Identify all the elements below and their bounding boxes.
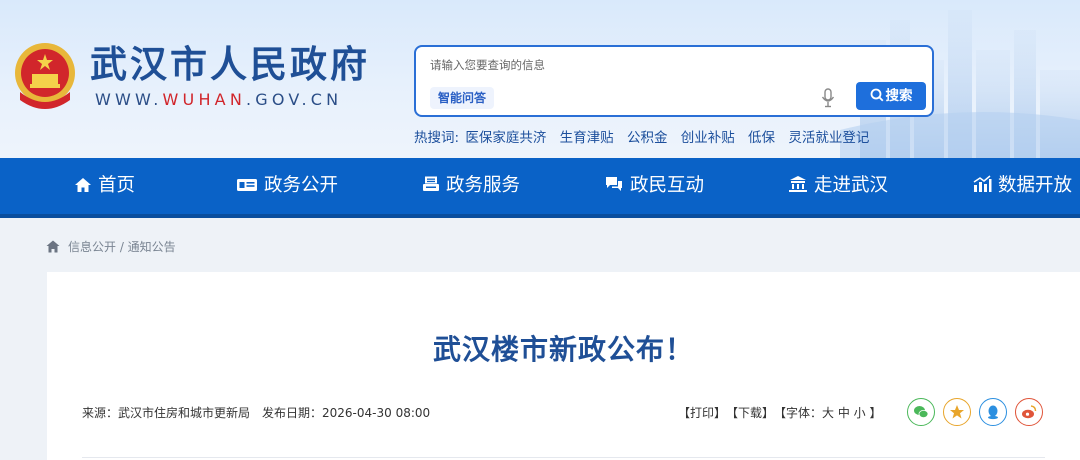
- font-size-control[interactable]: 【字体：大 中 小 】: [780, 406, 881, 420]
- favorite-icon: [950, 405, 964, 419]
- printer-icon: [423, 176, 439, 191]
- share-wechat-button[interactable]: [907, 398, 935, 426]
- nav-item-home[interactable]: 首页: [74, 158, 135, 214]
- article-date: 发布日期：2026-04-30 08:00: [262, 406, 431, 420]
- nav-label: 政民互动: [630, 175, 705, 196]
- breadcrumb-path[interactable]: 信息公开 / 通知公告: [68, 240, 176, 254]
- home-icon[interactable]: [46, 240, 60, 253]
- id-card-icon: [237, 179, 257, 191]
- download-button[interactable]: 【下载】: [732, 406, 774, 420]
- nav-label: 政务公开: [264, 175, 339, 196]
- hot-search-label: 热搜词:: [414, 130, 460, 146]
- ai-qa-button[interactable]: 智能问答: [430, 87, 495, 109]
- nav-label: 首页: [98, 175, 136, 196]
- nav-label: 政务服务: [446, 175, 521, 196]
- main-nav: 首页 政务公开 政务服务 政民互动 走进武汉 数据开放: [0, 158, 1080, 218]
- nav-label: 走进武汉: [814, 175, 889, 196]
- hot-search-terms: 热搜词: 医保家庭共济 生育津贴 公积金 创业补贴 低保 灵活就业登记: [414, 126, 878, 146]
- article-meta: 来源：武汉市住房和城市更新局 发布日期：2026-04-30 08:00: [82, 404, 430, 421]
- nav-item-government-affairs[interactable]: 政务公开: [236, 158, 338, 214]
- wechat-icon: [914, 406, 929, 418]
- microphone-icon[interactable]: [820, 87, 836, 109]
- print-button[interactable]: 【打印】: [678, 406, 726, 420]
- share-qq-button[interactable]: [979, 398, 1007, 426]
- nav-label: 数据开放: [998, 175, 1073, 196]
- nav-item-government-services[interactable]: 政务服务: [422, 158, 520, 214]
- hot-term[interactable]: 生育津贴: [560, 130, 614, 146]
- hot-term[interactable]: 低保: [748, 130, 775, 146]
- url-highlight: WUHAN: [162, 90, 246, 109]
- breadcrumb: 信息公开 / 通知公告: [46, 238, 176, 255]
- building-icon: [789, 176, 807, 192]
- site-url: WWW.WUHAN.GOV.CN: [95, 90, 342, 109]
- nav-item-interaction[interactable]: 政民互动: [604, 158, 704, 214]
- search-input[interactable]: 请输入您要查询的信息: [430, 57, 545, 73]
- hot-term[interactable]: 创业补贴: [681, 130, 735, 146]
- weibo-icon: [1022, 405, 1037, 419]
- national-emblem-icon: [15, 43, 75, 109]
- url-prefix: WWW.: [95, 90, 163, 109]
- article-source: 来源：武汉市住房和城市更新局: [82, 406, 251, 420]
- site-title[interactable]: 武汉市人民政府: [90, 42, 370, 88]
- search-icon: [870, 88, 883, 102]
- article-card: 武汉楼市新政公布！ 来源：武汉市住房和城市更新局 发布日期：2026-04-30 …: [47, 272, 1080, 460]
- divider: [82, 457, 1045, 458]
- article-title: 武汉楼市新政公布！: [432, 333, 694, 366]
- url-suffix: .GOV.CN: [246, 90, 343, 109]
- share-favorite-button[interactable]: [943, 398, 971, 426]
- share-weibo-button[interactable]: [1015, 398, 1043, 426]
- home-icon: [75, 178, 91, 192]
- nav-item-explore-wuhan[interactable]: 走进武汉: [788, 158, 888, 214]
- search-box[interactable]: 请输入您要查询的信息 智能问答 搜索: [414, 45, 934, 117]
- article-tools: 【打印】 【下载】 【字体：大 中 小 】: [678, 404, 887, 421]
- hot-term[interactable]: 医保家庭共济: [465, 130, 546, 146]
- site-header: 武汉市人民政府 WWW.WUHAN.GOV.CN 请输入您要查询的信息 智能问答…: [0, 0, 1080, 158]
- chat-icon: [606, 177, 622, 191]
- hot-term[interactable]: 公积金: [627, 130, 668, 146]
- search-button[interactable]: 搜索: [856, 82, 926, 110]
- nav-item-open-data[interactable]: 数据开放: [972, 158, 1072, 214]
- chart-icon: [973, 175, 992, 192]
- hot-term[interactable]: 灵活就业登记: [788, 130, 869, 146]
- search-button-label: 搜索: [885, 88, 913, 104]
- qq-icon: [988, 405, 998, 420]
